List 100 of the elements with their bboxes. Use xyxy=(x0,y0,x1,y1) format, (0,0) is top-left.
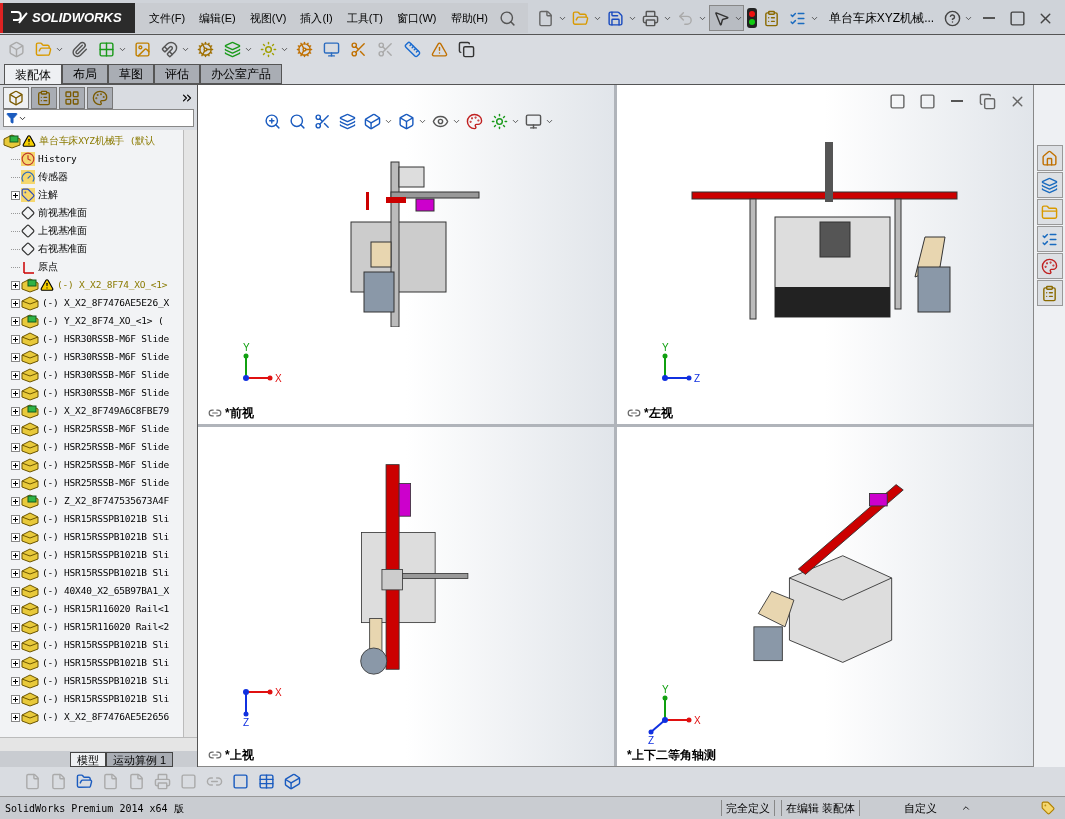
tree-item-label[interactable]: (-) HSR25RSSB-M6F Slide xyxy=(42,475,169,491)
frame-icon xyxy=(179,773,197,790)
viewport[interactable]: Y X *前视 xyxy=(198,85,614,424)
tree-item-label[interactable]: (-) HSR30RSSB-M6F Slide xyxy=(42,367,169,383)
expand-icon[interactable] xyxy=(10,658,20,668)
axis-label: Z xyxy=(243,717,250,728)
tree-item-label[interactable]: 单台车床XYZ机械手 (默认 xyxy=(39,133,155,149)
tree-item-label[interactable]: 传感器 xyxy=(38,169,68,185)
expand-icon[interactable] xyxy=(10,640,20,650)
expand-icon[interactable] xyxy=(10,496,20,506)
expand-icon[interactable] xyxy=(10,532,20,542)
expand-icon[interactable] xyxy=(10,676,20,686)
traffic-light-icon[interactable] xyxy=(745,8,758,28)
expand-icon[interactable] xyxy=(10,316,20,326)
tree-item-label[interactable]: (-) HSR25RSSB-M6F Slide xyxy=(42,421,169,437)
expand-icon[interactable] xyxy=(10,370,20,380)
expand-icon[interactable] xyxy=(10,586,20,596)
clock-icon xyxy=(21,152,35,166)
expand-icon[interactable] xyxy=(10,694,20,704)
expand-icon[interactable] xyxy=(10,442,20,452)
tree-item-label[interactable]: (-) X_X2_8F7476AE5E26_X xyxy=(42,295,169,311)
expand-icon[interactable] xyxy=(10,568,20,578)
panel-tab[interactable] xyxy=(31,87,57,109)
expand-icon[interactable] xyxy=(10,514,20,524)
tree-item-label[interactable]: (-) Y_X2_8F74_XO_<1> ( xyxy=(42,313,164,329)
model-tab[interactable]: 运动算例 1 xyxy=(106,752,174,767)
tree-item-label[interactable]: 注解 xyxy=(38,187,58,203)
tree-item-label[interactable]: (-) HSR15RSSPB1021B Sli xyxy=(42,529,169,545)
tree-item-label[interactable]: (-) HSR30RSSB-M6F Slide xyxy=(42,331,169,347)
panel-tab[interactable] xyxy=(87,87,113,109)
tree-item-label[interactable]: (-) HSR15RSSPB1021B Sli xyxy=(42,655,169,671)
split-right-icon xyxy=(918,92,936,110)
tree-item-label[interactable]: History xyxy=(38,151,77,167)
part-icon xyxy=(21,367,39,383)
command-tab[interactable]: 评估 xyxy=(154,64,200,84)
expand-icon[interactable] xyxy=(10,604,20,614)
expand-panel-icon[interactable] xyxy=(180,91,194,105)
tree-item-label[interactable]: (-) HSR15R116020 Rail<1 xyxy=(42,601,169,617)
expand-icon[interactable] xyxy=(10,550,20,560)
expand-icon[interactable] xyxy=(10,460,20,470)
origin-icon xyxy=(21,260,35,274)
tag-icon[interactable] xyxy=(1041,801,1055,815)
axis-label: Y xyxy=(662,342,669,353)
origin-dot xyxy=(662,717,668,723)
expand-icon[interactable] xyxy=(10,424,20,434)
expand-icon[interactable] xyxy=(10,352,20,362)
zoom-icon xyxy=(263,112,281,130)
part-icon xyxy=(21,601,39,617)
viewport[interactable]: Y X Z *上下二等角轴测 xyxy=(617,427,1033,766)
viewport[interactable]: Y Z *左视 xyxy=(617,85,1033,424)
caret-icon[interactable] xyxy=(961,803,971,813)
tree-item-label[interactable]: (-) X_X2_8F7476AE5E2656 xyxy=(42,709,169,725)
expand-icon[interactable] xyxy=(10,298,20,308)
command-tab[interactable]: 办公室产品 xyxy=(200,64,282,84)
command-tab[interactable]: 布局 xyxy=(62,64,108,84)
tree-item-label[interactable]: 前视基准面 xyxy=(38,205,87,221)
expand-icon[interactable] xyxy=(10,388,20,398)
tree-item-label[interactable]: (-) 40X40_X2_65B97BA1_X xyxy=(42,583,169,599)
expand-icon[interactable] xyxy=(10,622,20,632)
assembly-icon xyxy=(21,403,39,419)
command-tab[interactable]: 装配体 xyxy=(4,64,62,84)
tree-item-label[interactable]: (-) HSR15RSSPB1021B Sli xyxy=(42,673,169,689)
menu-item[interactable]: 帮助(H) xyxy=(444,9,494,27)
expand-icon[interactable] xyxy=(10,712,20,722)
menu-item[interactable]: 工具(T) xyxy=(340,9,389,27)
expand-icon[interactable] xyxy=(10,406,20,416)
tree-item-label[interactable]: (-) HSR25RSSB-M6F Slide xyxy=(42,439,169,455)
tree-item-label[interactable]: (-) HSR15RSSPB1021B Sli xyxy=(42,547,169,563)
menu-item[interactable]: 窗口(W) xyxy=(390,9,443,27)
expand-icon[interactable] xyxy=(10,280,20,290)
tree-item-label[interactable]: (-) X_X2_8F74_XO_<1> xyxy=(57,277,168,293)
tree-item-label[interactable]: (-) HSR30RSSB-M6F Slide xyxy=(42,385,169,401)
tree-item-label[interactable]: (-) HSR30RSSB-M6F Slide xyxy=(42,349,169,365)
expand-icon[interactable] xyxy=(10,190,20,200)
model-tab[interactable]: 模型 xyxy=(70,752,106,767)
tree-item-label[interactable]: (-) HSR15RSSPB1021B Sli xyxy=(42,511,169,527)
tree-item-label[interactable]: (-) X_X2_8F749A6C8FBE79 xyxy=(42,403,169,419)
tree-item-label[interactable]: 原点 xyxy=(38,259,58,275)
viewport[interactable]: X Z *上视 xyxy=(198,427,614,766)
horizontal-scrollbar[interactable] xyxy=(0,737,197,751)
command-tab[interactable]: 草图 xyxy=(108,64,154,84)
tree-item-label[interactable]: 上视基准面 xyxy=(38,223,87,239)
tree-item-label[interactable]: (-) HSR15RSSPB1021B Sli xyxy=(42,637,169,653)
menu-item[interactable]: 插入(I) xyxy=(294,9,339,27)
expand-icon[interactable] xyxy=(10,334,20,344)
tree-item-label[interactable]: (-) HSR15R116020 Rail<2 xyxy=(42,619,169,635)
filter-field[interactable] xyxy=(3,109,194,127)
tree-item-label[interactable]: (-) Z_X2_8F747535673A4F xyxy=(42,493,169,509)
menu-item[interactable]: 视图(V) xyxy=(243,9,293,27)
scrollbar[interactable] xyxy=(183,130,197,737)
tree-item-label[interactable]: (-) HSR25RSSB-M6F Slide xyxy=(42,457,169,473)
panel-tab[interactable] xyxy=(59,87,85,109)
menu-item[interactable]: 文件(F) xyxy=(143,9,192,27)
expand-icon[interactable] xyxy=(10,478,20,488)
panel-tab[interactable] xyxy=(3,87,29,109)
note-icon xyxy=(101,773,119,790)
menu-item[interactable]: 编辑(E) xyxy=(193,9,242,27)
tree-item-label[interactable]: 右视基准面 xyxy=(38,241,87,257)
tree-item-label[interactable]: (-) HSR15RSSPB1021B Sli xyxy=(42,565,169,581)
tree-item-label[interactable]: (-) HSR15RSSPB1021B Sli xyxy=(42,691,169,707)
